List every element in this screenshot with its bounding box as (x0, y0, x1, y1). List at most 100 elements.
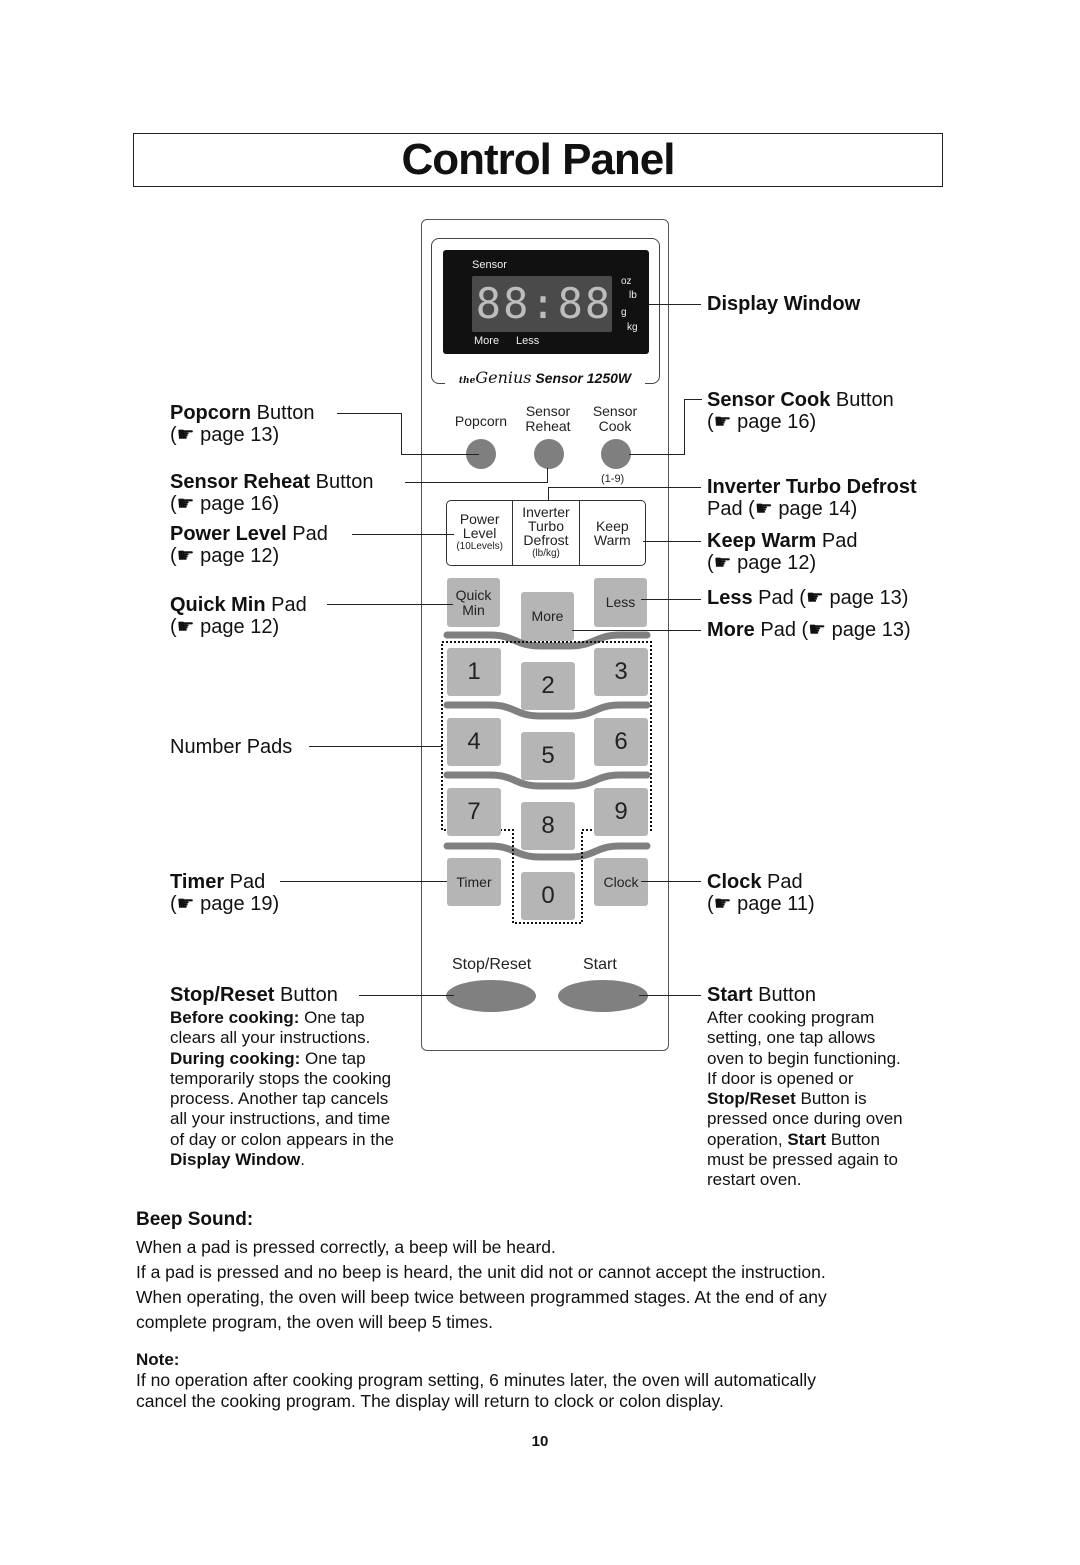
leader-line (280, 881, 447, 882)
start-button[interactable] (558, 980, 648, 1012)
callout-rest: Pad (265, 594, 307, 616)
sensor-reheat-label-line2: Reheat (525, 418, 571, 434)
callout-bold: Less (707, 587, 753, 609)
leader-line (639, 995, 701, 996)
pointing-hand-icon: ☛ (713, 552, 732, 574)
quick-min-line1: Quick (455, 586, 492, 603)
leader-line (643, 541, 701, 542)
description-line: Button (826, 1129, 880, 1149)
description-line: of day or colon appears in the (170, 1129, 394, 1149)
during-cooking-text: One tap (300, 1048, 366, 1068)
defrost-line2: Turbo (527, 518, 565, 534)
page-reference: page 13 (200, 424, 273, 446)
clock-pad[interactable]: Clock (594, 858, 648, 906)
pointing-hand-icon: ☛ (176, 424, 195, 446)
keep-warm-line1: Keep (595, 518, 629, 534)
leader-line (684, 399, 702, 400)
page-reference: page 16 (737, 411, 810, 433)
callout-bold: More (707, 619, 755, 641)
callout-power-level: Power Level Pad (☛ page 12) (170, 523, 328, 567)
number-pad-6[interactable]: 6 (594, 718, 648, 766)
stop-reset-label: Stop/Reset (452, 956, 532, 973)
page-reference: page 11 (737, 893, 808, 915)
callout-bold: Quick Min (170, 594, 266, 616)
callout-rest: Pad ( (754, 619, 809, 641)
description-line: clears all your instructions. (170, 1028, 371, 1048)
number-pad-9[interactable]: 9 (594, 788, 648, 836)
description-line: Button is (795, 1089, 867, 1109)
description-line: operation, (707, 1129, 788, 1149)
description-line: process. Another tap cancels (170, 1089, 389, 1109)
beep-paragraph: When operating, the oven will beep twice… (136, 1287, 827, 1307)
stop-reset-description: Stop/Reset Button Before cooking: One ta… (170, 984, 394, 1170)
sensor-cook-label: Sensor Cook (585, 404, 645, 434)
page-reference: page 13 (829, 587, 902, 609)
callout-display-window: Display Window (707, 293, 860, 315)
sensor-reheat-button[interactable] (534, 439, 564, 469)
number-pad-7[interactable]: 7 (447, 788, 501, 836)
power-level-pad[interactable]: Power Level (10Levels) (447, 501, 512, 565)
pointing-hand-icon: ☛ (754, 498, 773, 520)
description-line: If door is opened or (707, 1068, 854, 1088)
start-label: Start (583, 956, 617, 973)
leader-line (327, 604, 453, 605)
number-pad-8[interactable]: 8 (521, 802, 575, 850)
description-line: oven to begin functioning. (707, 1048, 901, 1068)
number-pad-4[interactable]: 4 (447, 718, 501, 766)
callout-popcorn: Popcorn Button (☛ page 13) (170, 402, 315, 446)
callout-bold: Power Level (170, 523, 287, 545)
page-number: 10 (531, 1433, 549, 1450)
unit-oz: oz (621, 276, 632, 287)
pointing-hand-icon: ☛ (176, 545, 195, 567)
inverter-turbo-defrost-pad[interactable]: Inverter Turbo Defrost (lb/kg) (512, 501, 578, 565)
callout-bold: Timer (170, 871, 225, 893)
page-reference: page 12 (737, 552, 810, 574)
sensor-reheat-label-line1: Sensor (525, 403, 571, 419)
keep-warm-pad[interactable]: Keep Warm (578, 501, 645, 565)
pad-group: Power Level (10Levels) Inverter Turbo De… (446, 500, 646, 566)
brand-model: Sensor 1250W (535, 370, 632, 386)
pointing-hand-icon: ☛ (176, 493, 195, 515)
leader-line (548, 487, 701, 488)
leader-line (401, 413, 402, 455)
timer-pad[interactable]: Timer (447, 858, 501, 906)
pointing-hand-icon: ☛ (713, 893, 732, 915)
description-line: must be pressed again to (707, 1150, 898, 1170)
callout-number-pads: Number Pads (170, 736, 293, 758)
number-pad-5[interactable]: 5 (521, 732, 575, 780)
page-reference: page 14 (778, 498, 851, 520)
description-line: temporarily stops the cooking (170, 1068, 392, 1088)
number-pad-1[interactable]: 1 (447, 648, 501, 696)
quick-min-line2: Min (462, 601, 485, 618)
pointing-hand-icon: ☛ (713, 411, 732, 433)
callout-rest: Button (310, 471, 374, 493)
number-pad-2[interactable]: 2 (521, 662, 575, 710)
page-title: Control Panel (401, 135, 675, 184)
leader-line (629, 454, 684, 455)
defrost-line3: Defrost (523, 532, 569, 548)
sensor-cook-button[interactable] (601, 439, 631, 469)
start-description: Start Button After cooking program setti… (707, 984, 903, 1191)
description-line: setting, one tap allows (707, 1028, 876, 1048)
pointing-hand-icon: ☛ (808, 619, 827, 641)
description-line: pressed once during oven (707, 1109, 903, 1129)
unit-kg: kg (627, 322, 638, 333)
number-pad-3[interactable]: 3 (594, 648, 648, 696)
callout-bold: Start (707, 984, 753, 1006)
leader-line (547, 468, 548, 483)
stop-reset-button[interactable] (446, 980, 536, 1012)
brand-logo: theGenius Sensor 1250W (445, 368, 645, 387)
leader-line (641, 881, 701, 882)
leader-line (352, 534, 454, 535)
page-reference: page 12 (200, 616, 273, 638)
during-cooking-label: During cooking: (170, 1048, 301, 1068)
callout-rest: Button (752, 984, 816, 1006)
number-pad-0[interactable]: 0 (521, 872, 575, 920)
display-digits: 88:88 (475, 279, 613, 328)
before-cooking-text: One tap (299, 1008, 365, 1027)
beep-sound-heading: Beep Sound: (136, 1209, 254, 1230)
callout-bold: Sensor Reheat (170, 471, 311, 493)
leader-line (309, 746, 442, 747)
divider-wave (443, 631, 651, 650)
note-section: Note: If no operation after cooking prog… (136, 1350, 956, 1411)
